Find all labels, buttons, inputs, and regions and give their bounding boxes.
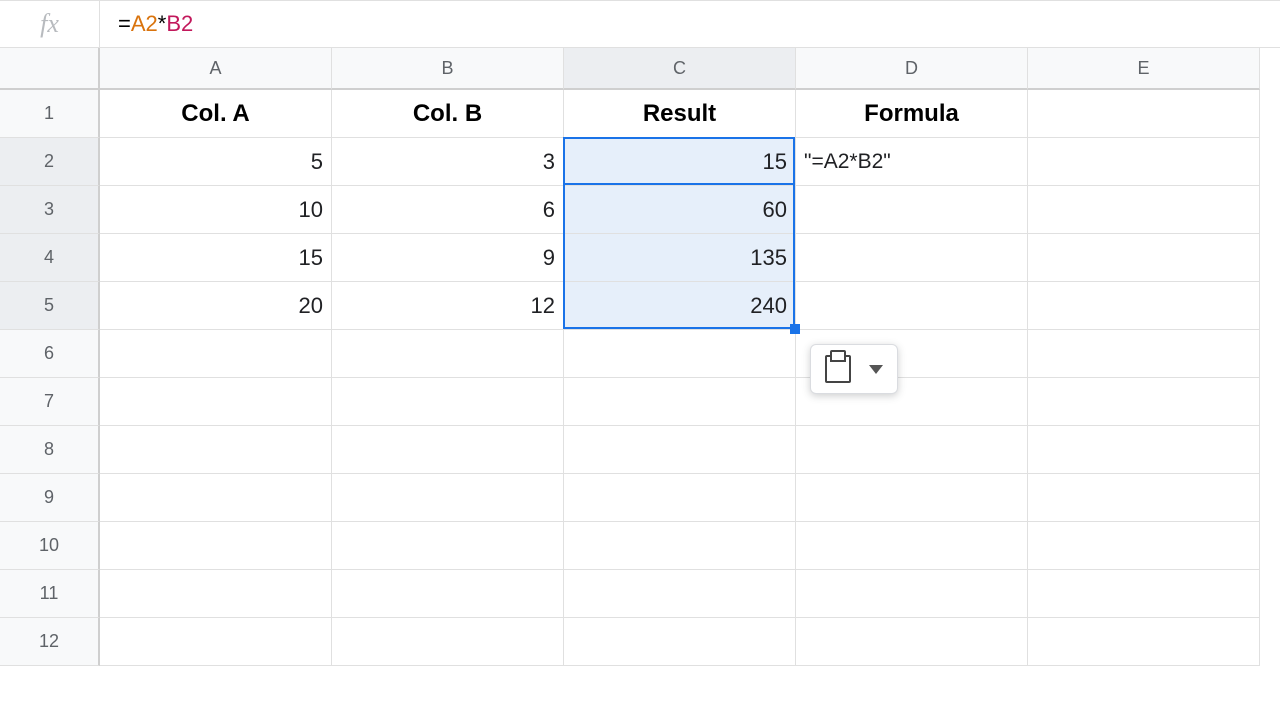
cell-E3[interactable] [1028,186,1260,234]
col-header-B[interactable]: B [332,48,564,90]
cell-B5[interactable]: 12 [332,282,564,330]
row-header-1[interactable]: 1 [0,90,100,138]
formula-token-star: * [158,11,167,37]
cell-E7[interactable] [1028,378,1260,426]
cell-D1[interactable]: Formula [796,90,1028,138]
cell-C11[interactable] [564,570,796,618]
cell-B4[interactable]: 9 [332,234,564,282]
clipboard-icon [825,355,851,383]
cell-E1[interactable] [1028,90,1260,138]
grid: 1Col. ACol. BResultFormula25315"=A2*B2"3… [0,90,1280,666]
cell-A12[interactable] [100,618,332,666]
cell-D8[interactable] [796,426,1028,474]
cell-B12[interactable] [332,618,564,666]
fill-handle[interactable] [790,324,800,334]
cell-A4[interactable]: 15 [100,234,332,282]
cell-A3[interactable]: 10 [100,186,332,234]
cell-E11[interactable] [1028,570,1260,618]
row-header-8[interactable]: 8 [0,426,100,474]
formula-bar: fx =A2*B2 [0,0,1280,48]
cell-C12[interactable] [564,618,796,666]
cell-C7[interactable] [564,378,796,426]
cell-B8[interactable] [332,426,564,474]
row-header-9[interactable]: 9 [0,474,100,522]
formula-input[interactable]: =A2*B2 [100,1,1280,47]
cell-A2[interactable]: 5 [100,138,332,186]
formula-token-ref-a: A2 [131,11,158,37]
cell-B11[interactable] [332,570,564,618]
formula-token-ref-b: B2 [166,11,193,37]
cell-E8[interactable] [1028,426,1260,474]
cell-C9[interactable] [564,474,796,522]
cell-E5[interactable] [1028,282,1260,330]
cell-D2[interactable]: "=A2*B2" [796,138,1028,186]
cell-C3[interactable]: 60 [564,186,796,234]
cell-E10[interactable] [1028,522,1260,570]
col-header-D[interactable]: D [796,48,1028,90]
cell-A10[interactable] [100,522,332,570]
row-header-5[interactable]: 5 [0,282,100,330]
row-header-11[interactable]: 11 [0,570,100,618]
row-header-7[interactable]: 7 [0,378,100,426]
cell-D11[interactable] [796,570,1028,618]
cell-E12[interactable] [1028,618,1260,666]
cell-A6[interactable] [100,330,332,378]
cell-B1[interactable]: Col. B [332,90,564,138]
cell-D5[interactable] [796,282,1028,330]
cell-E2[interactable] [1028,138,1260,186]
cell-B2[interactable]: 3 [332,138,564,186]
cell-A9[interactable] [100,474,332,522]
cell-D3[interactable] [796,186,1028,234]
fx-label: fx [0,1,100,47]
cell-E4[interactable] [1028,234,1260,282]
cell-B3[interactable]: 6 [332,186,564,234]
paste-options-popup[interactable] [810,344,898,394]
col-header-C[interactable]: C [564,48,796,90]
cell-D9[interactable] [796,474,1028,522]
col-header-E[interactable]: E [1028,48,1260,90]
cell-C10[interactable] [564,522,796,570]
row-header-6[interactable]: 6 [0,330,100,378]
cell-D12[interactable] [796,618,1028,666]
cell-C8[interactable] [564,426,796,474]
cell-A5[interactable]: 20 [100,282,332,330]
row-header-2[interactable]: 2 [0,138,100,186]
cell-C2[interactable]: 15 [564,138,796,186]
chevron-down-icon[interactable] [869,365,883,374]
cell-E9[interactable] [1028,474,1260,522]
cell-A11[interactable] [100,570,332,618]
cell-D4[interactable] [796,234,1028,282]
cell-E6[interactable] [1028,330,1260,378]
cell-B6[interactable] [332,330,564,378]
select-all-corner[interactable] [0,48,100,90]
cell-A8[interactable] [100,426,332,474]
cell-C1[interactable]: Result [564,90,796,138]
col-header-A[interactable]: A [100,48,332,90]
cell-A7[interactable] [100,378,332,426]
row-header-10[interactable]: 10 [0,522,100,570]
cell-D10[interactable] [796,522,1028,570]
formula-token-eq: = [118,11,131,37]
row-header-12[interactable]: 12 [0,618,100,666]
cell-B7[interactable] [332,378,564,426]
cell-C6[interactable] [564,330,796,378]
cell-C4[interactable]: 135 [564,234,796,282]
cell-C5[interactable]: 240 [564,282,796,330]
column-headers: A B C D E [0,48,1280,90]
row-header-3[interactable]: 3 [0,186,100,234]
cell-B9[interactable] [332,474,564,522]
cell-B10[interactable] [332,522,564,570]
row-header-4[interactable]: 4 [0,234,100,282]
cell-A1[interactable]: Col. A [100,90,332,138]
grid-body: 1Col. ACol. BResultFormula25315"=A2*B2"3… [0,90,1280,666]
